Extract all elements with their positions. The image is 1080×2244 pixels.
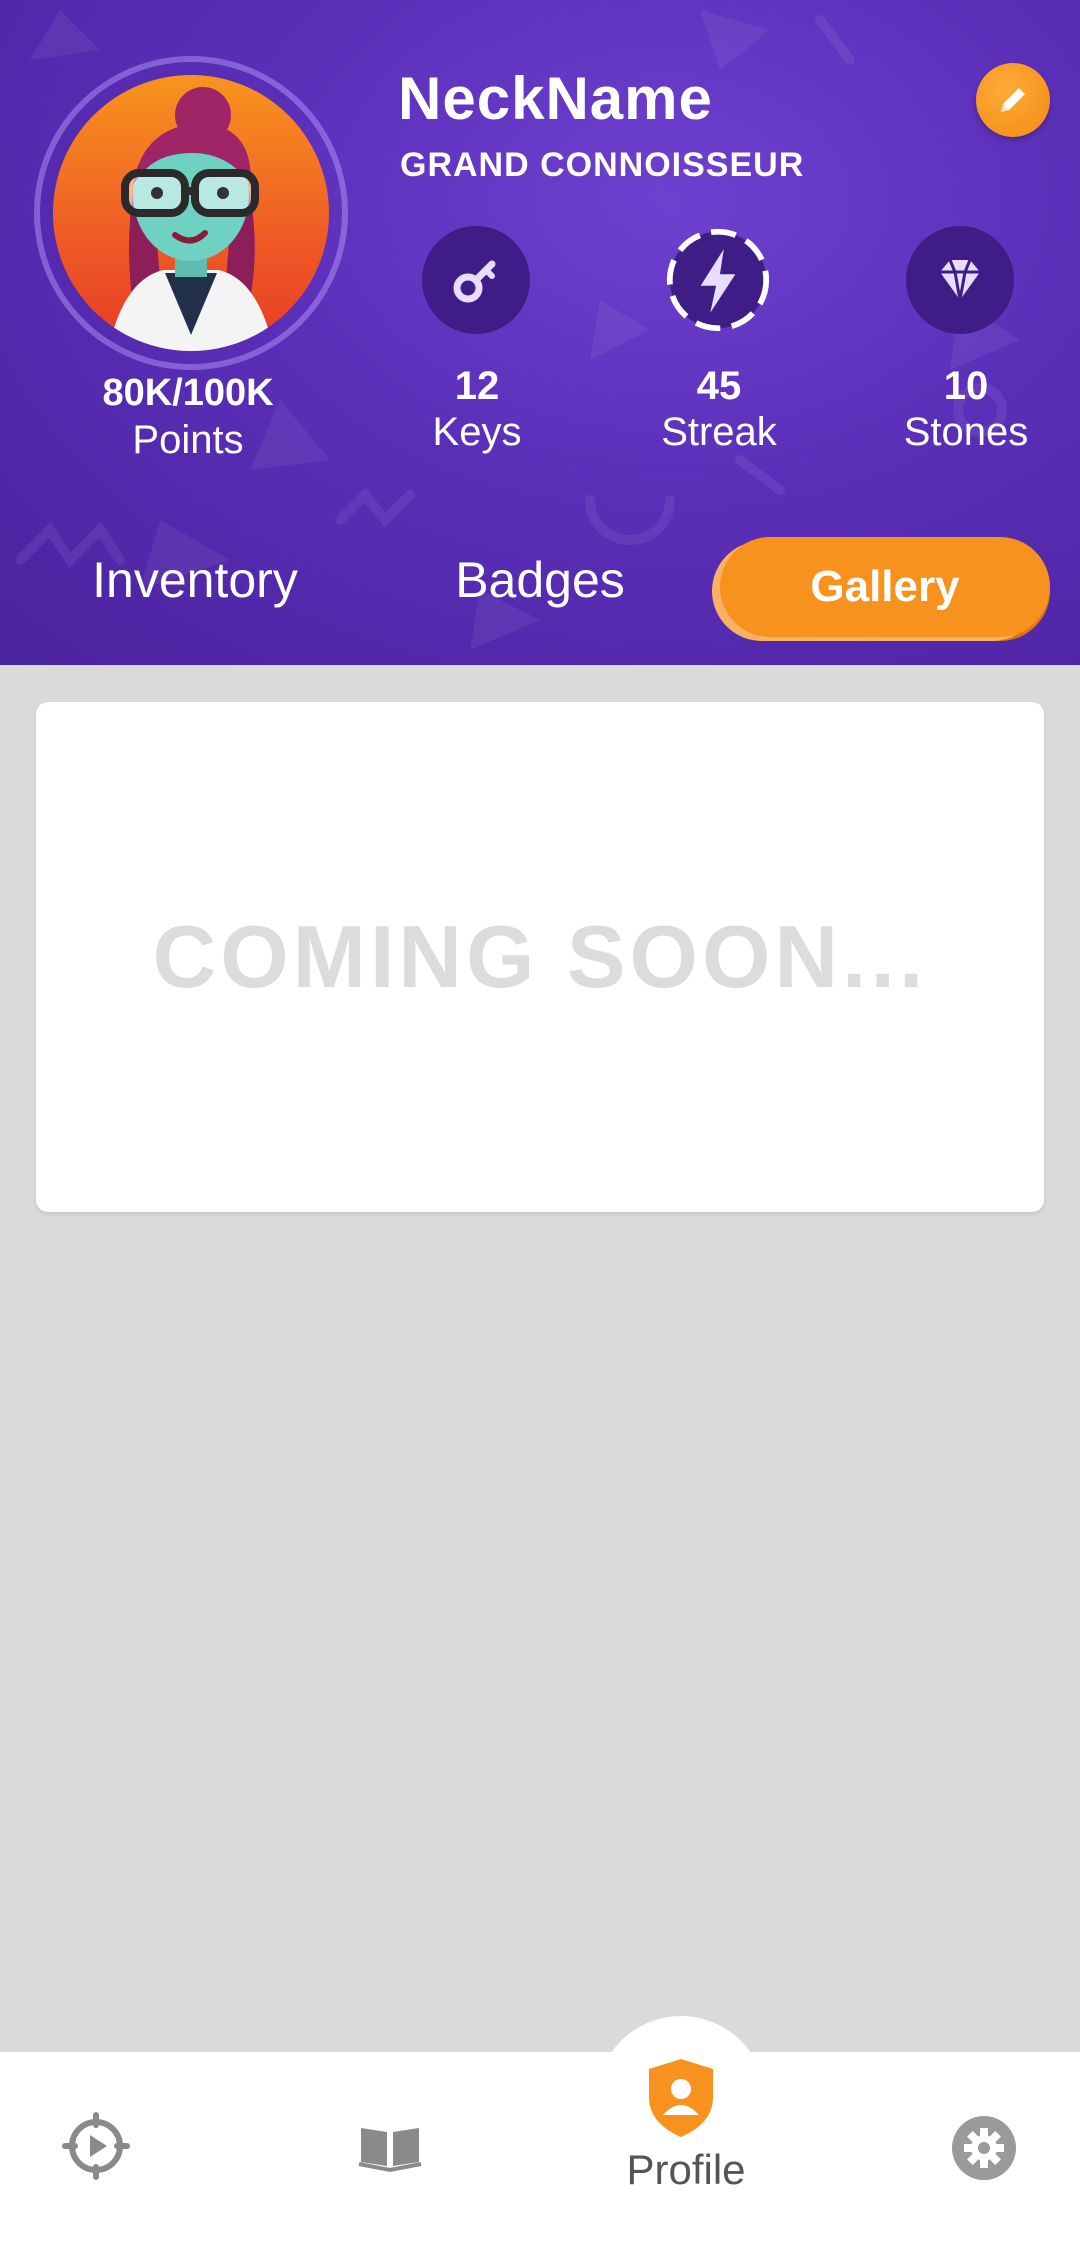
- keys-label: Keys: [432, 410, 522, 454]
- tab-badges[interactable]: Badges: [420, 530, 660, 630]
- streak-value: 45: [696, 364, 742, 408]
- coming-soon-message: COMING SOON...: [152, 907, 928, 1006]
- keys-stat-icon: [422, 226, 530, 334]
- username: NeckName: [398, 65, 713, 132]
- streak-stat-icon: [664, 226, 772, 334]
- lightning-icon: [666, 228, 770, 332]
- stones-label: Stones: [903, 410, 1029, 454]
- gear-icon: [952, 2116, 1016, 2180]
- profile-shield-icon: [649, 2059, 713, 2137]
- profile-header: 80K/100K Points NeckName GRAND CONNOISSE…: [0, 0, 1080, 665]
- nav-settings-button[interactable]: [944, 2108, 1024, 2188]
- bottom-nav: [0, 2052, 1080, 2244]
- stones-stat-icon: [906, 226, 1014, 334]
- points-value: 80K/100K: [102, 372, 274, 414]
- tab-inventory[interactable]: Inventory: [60, 530, 330, 630]
- diamond-icon: [940, 259, 980, 301]
- edit-profile-button[interactable]: [976, 63, 1050, 137]
- nav-play-button[interactable]: [56, 2106, 136, 2186]
- nav-profile-button[interactable]: [636, 2048, 726, 2148]
- play-target-icon: [62, 2112, 130, 2180]
- avatar[interactable]: [53, 75, 329, 351]
- avatar-illustration: [108, 87, 274, 351]
- stones-value: 10: [943, 364, 989, 408]
- key-icon: [453, 260, 496, 303]
- points-label: Points: [132, 418, 244, 462]
- gallery-card: COMING SOON...: [36, 702, 1044, 1212]
- tab-gallery[interactable]: Gallery: [720, 537, 1050, 637]
- streak-label: Streak: [661, 410, 777, 454]
- nav-library-button[interactable]: [350, 2106, 430, 2186]
- rank-title: GRAND CONNOISSEUR: [400, 146, 805, 184]
- book-icon: [358, 2128, 422, 2173]
- keys-value: 12: [454, 364, 500, 408]
- pencil-icon: [1001, 88, 1025, 112]
- nav-profile-label: Profile: [626, 2146, 746, 2193]
